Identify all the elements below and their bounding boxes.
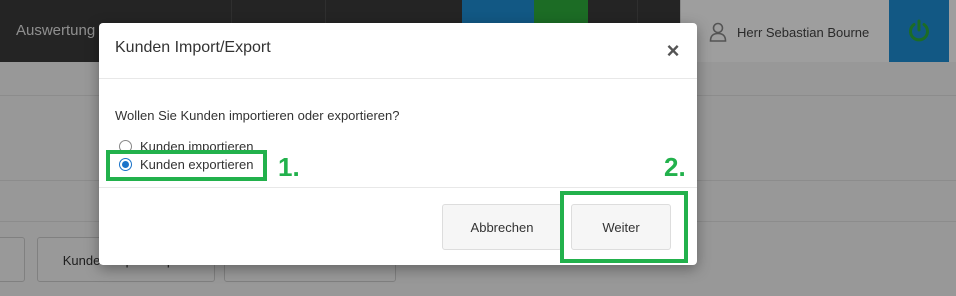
step-2-label: 2. <box>664 152 686 182</box>
dialog-title: Kunden Import/Export <box>115 39 271 56</box>
dialog-header: Kunden Import/Export × <box>99 23 697 79</box>
highlight-next-button <box>560 191 688 263</box>
close-icon[interactable]: × <box>663 40 683 62</box>
dialog-footer-divider <box>99 187 697 188</box>
step-1-label: 1. <box>278 152 300 182</box>
highlight-export-option <box>106 150 267 181</box>
dialog-question: Wollen Sie Kunden importieren oder expor… <box>115 108 400 123</box>
cancel-button[interactable]: Abbrechen <box>442 204 562 250</box>
